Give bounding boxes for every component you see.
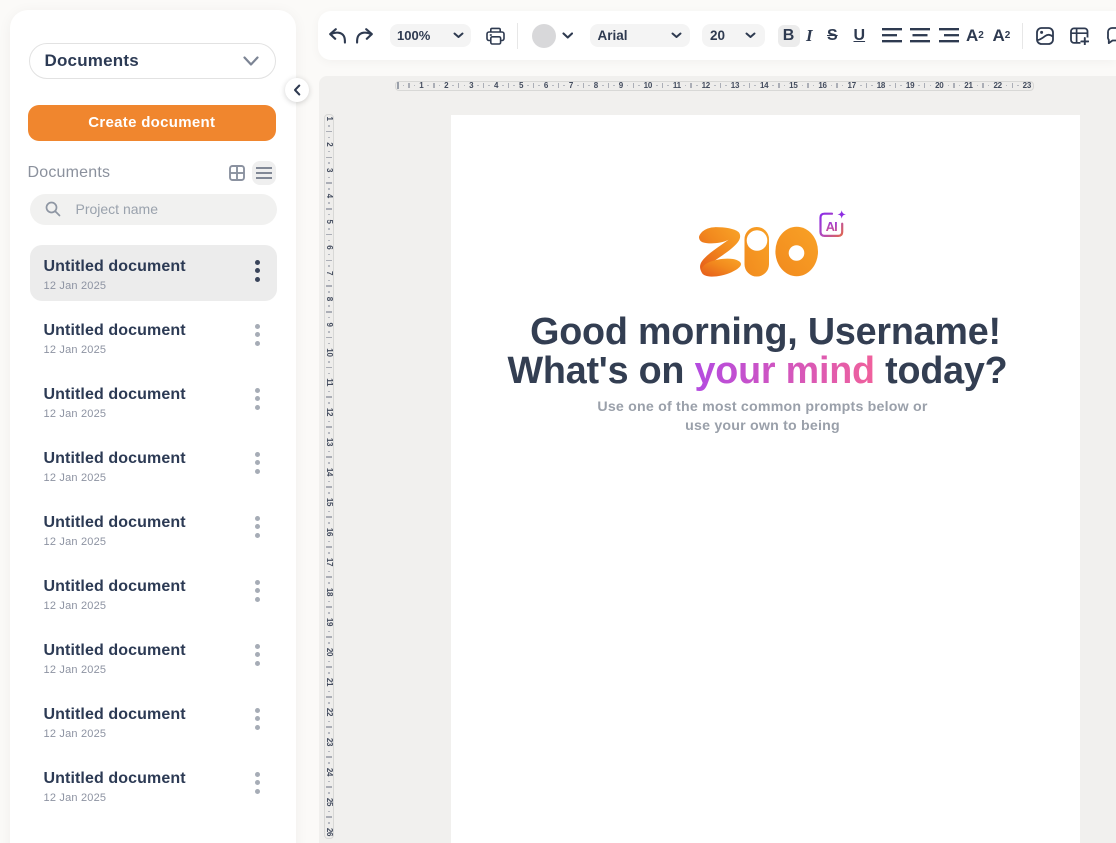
svg-text:AI: AI bbox=[826, 219, 838, 234]
